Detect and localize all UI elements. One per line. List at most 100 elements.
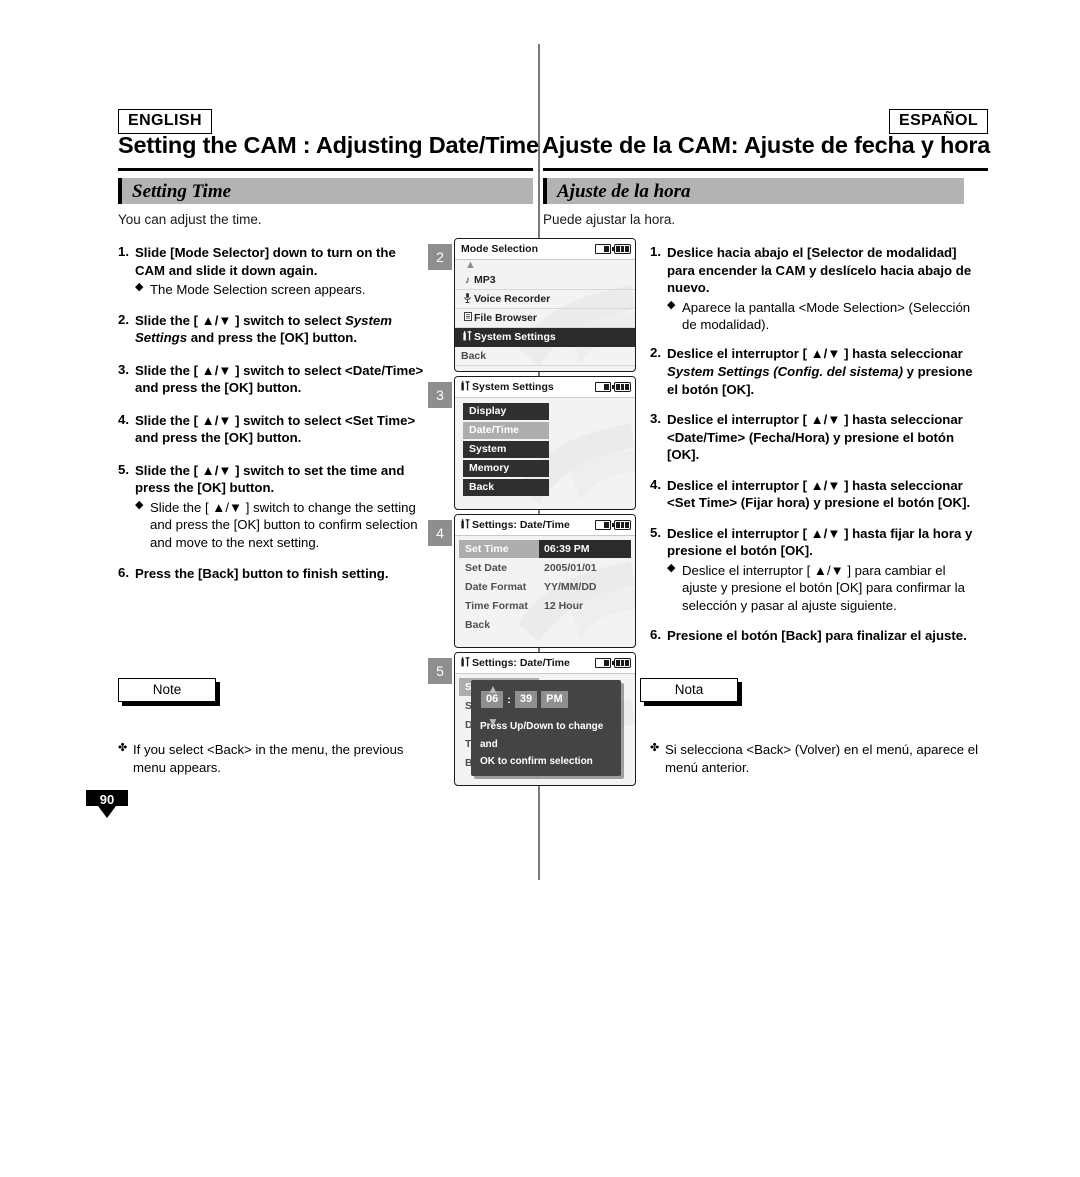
lcd-screen-time-edit: Settings: Date/Time S S D T B ▲ ▼ 06: 3… — [454, 652, 636, 786]
file-browser-icon — [461, 312, 474, 324]
step-item: 2. Deslice el interruptor [ ▲/▼ ] hasta … — [650, 345, 980, 398]
step-item: 3. Slide the [ ▲/▼ ] switch to select <D… — [118, 362, 428, 397]
lcd-screen-mode-selection: Mode Selection ▲ ♪ MP3 Voice Recorder Fi… — [454, 238, 636, 372]
note-body-english: If you select <Back> in the menu, the pr… — [133, 742, 404, 775]
setting-value: 06:39 PM — [539, 540, 631, 558]
section-accent-bar — [118, 178, 122, 204]
time-colon: : — [507, 693, 511, 706]
setting-label: Back — [465, 619, 491, 631]
section-heading-label-english: Setting Time — [132, 181, 232, 202]
lcd-content: ▲ ♪ MP3 Voice Recorder File Browser Syst… — [455, 260, 635, 371]
setting-label: Set Time — [459, 540, 539, 558]
note-label-english: Note — [152, 682, 182, 697]
device-screenshot: 3 System Settings Display Date/Time Syst… — [428, 376, 640, 510]
arrow-down-icon[interactable]: ▼ — [484, 716, 502, 728]
arrow-up-icon[interactable]: ▲ — [484, 683, 502, 695]
step-text-after: and press the [OK] button. — [187, 330, 358, 346]
step-item: 1. Slide [Mode Selector] down to turn on… — [118, 244, 428, 299]
note-text-spanish: ✤ Si selecciona <Back> (Volver) en el me… — [650, 741, 980, 777]
diamond-bullet-icon: ◆ — [667, 561, 676, 574]
settings-button-back[interactable]: Back — [463, 479, 549, 496]
menu-item-back[interactable]: Back — [455, 347, 635, 366]
settings-button-system[interactable]: System — [463, 441, 549, 458]
meridiem-field[interactable]: PM — [541, 691, 568, 708]
menu-item-label: System Settings — [474, 331, 556, 343]
device-screenshot: 2 Mode Selection ▲ ♪ MP3 Voice Recorder … — [428, 238, 640, 372]
menu-item-voice-recorder[interactable]: Voice Recorder — [455, 290, 635, 309]
page-title: Setting the CAM : Adjusting Date/Time Aj… — [118, 132, 990, 166]
menu-item-label: Voice Recorder — [474, 293, 551, 305]
setting-row-date-format[interactable]: Date Format YY/MM/DD — [459, 578, 631, 596]
setting-row-set-date[interactable]: Set Date 2005/01/01 — [459, 559, 631, 577]
tools-glyph — [461, 656, 470, 666]
section-heading-spanish: Ajuste de la hora — [543, 178, 964, 204]
menu-item-label: MP3 — [474, 274, 496, 286]
lcd-title-bar: System Settings — [455, 377, 635, 398]
step-text: Slide the [ ▲/▼ ] switch to select Syste… — [135, 312, 428, 347]
setting-value: YY/MM/DD — [544, 581, 597, 593]
setting-label: Time Format — [465, 600, 528, 612]
lcd-content: Display Date/Time System Memory Back — [455, 398, 635, 509]
step-item: 6. Presione el botón [Back] para finaliz… — [650, 627, 980, 645]
step-text: Slide the [ ▲/▼ ] switch to select <Set … — [135, 412, 416, 446]
step-number: 4. — [650, 476, 661, 492]
step-text: Press the [Back] button to finish settin… — [135, 566, 389, 582]
microphone-glyph — [464, 292, 471, 303]
battery-icon — [612, 244, 631, 254]
device-screenshot-column: 2 Mode Selection ▲ ♪ MP3 Voice Recorder … — [428, 238, 640, 790]
step-subtext-label: Deslice el interruptor [ ▲/▼ ] para camb… — [682, 562, 965, 613]
step-subtext: ◆ Slide the [ ▲/▼ ] switch to change the… — [135, 499, 428, 551]
page-number: 90 — [99, 792, 115, 807]
step-subtext-label: The Mode Selection screen appears. — [150, 282, 366, 298]
star-bullet-icon: ✤ — [650, 742, 660, 754]
tools-glyph — [461, 380, 470, 390]
menu-item-file-browser[interactable]: File Browser — [455, 309, 635, 328]
menu-item-system-settings[interactable]: System Settings — [455, 328, 635, 347]
setting-label: Date Format — [465, 581, 527, 593]
step-item: 5. Deslice el interruptor [ ▲/▼ ] hasta … — [650, 525, 980, 614]
setting-value: 12 Hour — [544, 600, 584, 612]
title-rule-spanish — [543, 168, 988, 171]
lcd-title: Settings: Date/Time — [472, 657, 570, 669]
step-item: 6. Press the [Back] button to finish set… — [118, 565, 428, 583]
setting-row-time-format[interactable]: Time Format 12 Hour — [459, 597, 631, 615]
section-accent-bar — [543, 178, 547, 204]
settings-button-memory[interactable]: Memory — [463, 460, 549, 477]
setting-row-set-time[interactable]: Set Time 06:39 PM — [459, 540, 631, 558]
battery-icon — [612, 520, 631, 530]
diamond-bullet-icon: ◆ — [135, 498, 144, 511]
tools-icon — [461, 656, 472, 670]
step-text: Slide [Mode Selector] down to turn on th… — [135, 245, 396, 278]
time-edit-overlay: ▲ ▼ 06 : 39 PM Press Up/Down to change a… — [471, 680, 621, 776]
step-item: 3. Deslice el interruptor [ ▲/▼ ] hasta … — [650, 411, 980, 464]
menu-item-mp3[interactable]: ♪ MP3 — [455, 271, 635, 290]
settings-button-display[interactable]: Display — [463, 403, 549, 420]
settings-button-date-time[interactable]: Date/Time — [463, 422, 549, 439]
minute-field[interactable]: 39 — [514, 691, 538, 708]
setting-row-back[interactable]: Back — [459, 616, 631, 634]
tools-glyph — [461, 518, 470, 528]
document-glyph — [463, 312, 472, 321]
note-label-spanish: Nota — [674, 682, 704, 697]
step-badge: 5 — [428, 658, 452, 684]
section-heading-label-spanish: Ajuste de la hora — [557, 181, 691, 202]
step-number: 2. — [118, 311, 129, 327]
setting-label: Set Date — [465, 562, 508, 574]
step-text: Deslice el interruptor [ ▲/▼ ] hasta fij… — [667, 525, 973, 559]
scroll-up-arrow-icon: ▲ — [465, 259, 476, 271]
memory-card-icon — [595, 244, 611, 254]
lcd-status-icons — [595, 382, 631, 392]
battery-icon — [612, 658, 631, 668]
settings-button-list: Display Date/Time System Memory Back — [455, 398, 635, 496]
step-text: Presione el botón [Back] para finalizar … — [667, 628, 967, 644]
lcd-status-icons — [595, 658, 631, 668]
title-rule-english — [118, 168, 533, 171]
music-note-icon: ♪ — [465, 274, 470, 286]
lcd-title: Settings: Date/Time — [472, 519, 570, 531]
battery-icon — [612, 382, 631, 392]
menu-item-label: Back — [461, 350, 487, 362]
diamond-bullet-icon: ◆ — [667, 298, 676, 311]
lcd-title-bar: Mode Selection — [455, 239, 635, 260]
step-subtext-label: Slide the [ ▲/▼ ] switch to change the s… — [150, 499, 418, 550]
step-number: 6. — [650, 627, 661, 643]
